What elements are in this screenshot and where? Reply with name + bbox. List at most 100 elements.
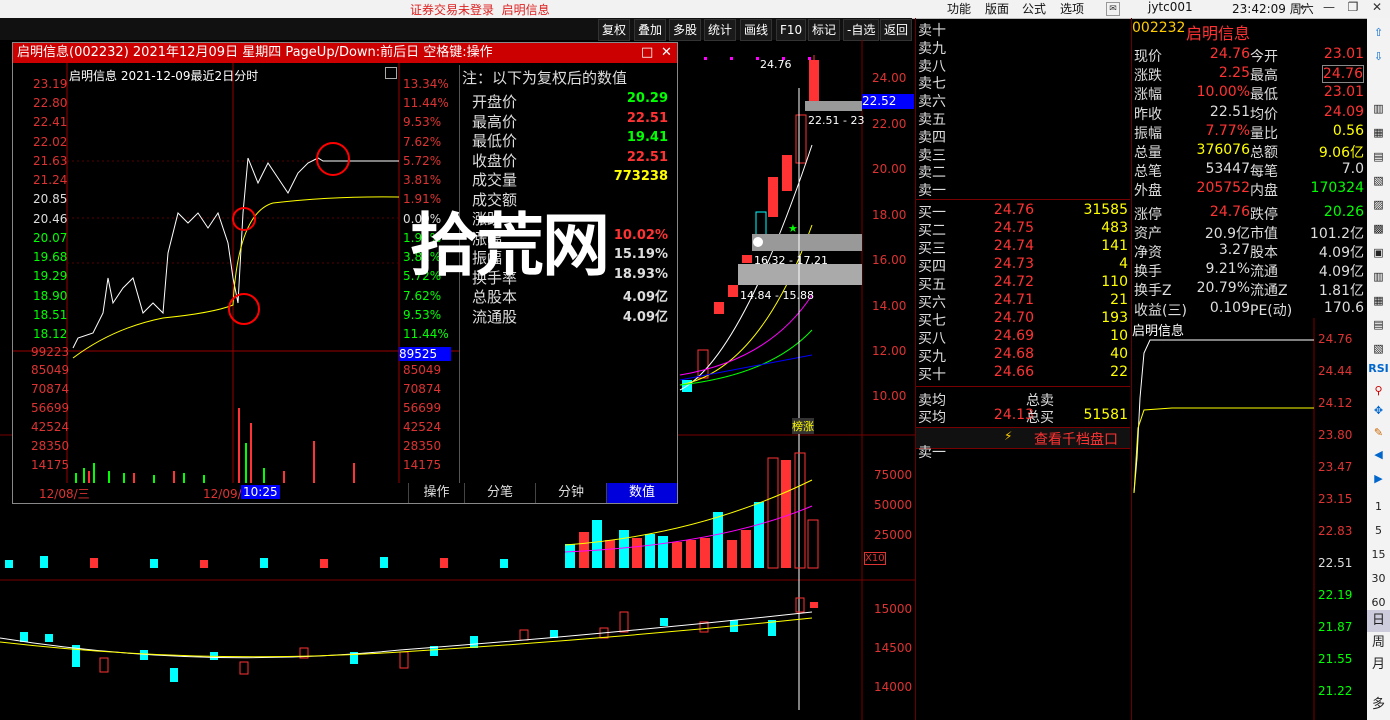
popup-left-axis: 22.80 (33, 96, 68, 110)
chart-icon[interactable]: ▣ (1367, 242, 1390, 264)
menu-formula[interactable]: 公式 (1022, 0, 1046, 17)
total-buy-value: 51581 (1083, 407, 1128, 423)
popup-value-row: 开盘价 20.29 (460, 91, 678, 111)
toolbar-f10[interactable]: F10 (776, 19, 807, 41)
mini-axis-label: 23.47 (1318, 460, 1353, 474)
popup-right-axis: 7.62% (403, 289, 442, 303)
ask-row[interactable]: 卖十 (916, 20, 1130, 39)
depth-link-bar[interactable]: ⚡ 查看千档盘口 (916, 427, 1130, 449)
bid-row[interactable]: 买八 24.69 10 (916, 328, 1130, 347)
bid-row[interactable]: 买四 24.73 4 (916, 256, 1130, 275)
ask-row[interactable]: 卖一 (916, 180, 1130, 199)
quote-label: 换手Z (1134, 283, 1172, 300)
period-week[interactable]: 周 (1367, 632, 1390, 654)
restore-icon[interactable]: ❐ (1342, 0, 1364, 16)
toolbar-overlay[interactable]: 叠加 (634, 19, 667, 41)
ask-row[interactable]: 卖三 (916, 145, 1130, 164)
ask-row[interactable]: 卖四 (916, 127, 1130, 146)
pencil-icon[interactable]: ✎ (1367, 422, 1390, 444)
period-15[interactable]: 15 (1367, 544, 1390, 566)
bid-row[interactable]: 买六 24.71 21 (916, 292, 1130, 311)
bid-volume: 31585 (1083, 202, 1128, 218)
chart-icon[interactable]: ▩ (1367, 218, 1390, 240)
zoom-out-icon[interactable]: ⇩ (1367, 46, 1390, 68)
quote-value: 23.01 (1323, 84, 1364, 101)
zoom-in-icon[interactable]: ⇧ (1367, 22, 1390, 44)
mini-intraday-chart[interactable]: 启明信息 24.76 24.44 24.12 23.80 23.47 23.15 22.83… (1131, 318, 1368, 720)
quote-info-panel: 002232 启明信息 现价 24.76 今开 23.01 涨跌 2.25 最高 24.76 涨… (1131, 18, 1368, 319)
quote-row: 收益(三) 0.109 PE(动) 170.6 (1132, 300, 1368, 319)
tab-minutes[interactable]: 分钟 (535, 483, 606, 503)
toolbar-stats[interactable]: 统计 (704, 19, 737, 41)
toolbar-mark[interactable]: 标记 (808, 19, 841, 41)
popup-vol-axis: 85049 (31, 363, 70, 377)
popup-value: 19.41 (626, 130, 668, 145)
tab-operate[interactable]: 操作 (408, 483, 464, 503)
menu-layout[interactable]: 版面 (985, 0, 1009, 17)
bid-row[interactable]: 买十 24.66 22 (916, 364, 1130, 383)
ask-row[interactable]: 卖九 (916, 38, 1130, 57)
menu-function[interactable]: 功能 (947, 0, 971, 17)
bid-row[interactable]: 买三 24.74 141 (916, 238, 1130, 257)
rank-badge[interactable]: 榜涨 (792, 418, 814, 434)
maximize-icon[interactable]: □ (641, 43, 653, 63)
bid-label: 买五 (918, 277, 946, 293)
popup-title-bar[interactable]: 启明信息(002232) 2021年12月09日 星期四 PageUp/Down… (13, 43, 677, 63)
menu-options[interactable]: 选项 (1060, 0, 1084, 17)
bid-price: 24.75 (993, 220, 1034, 236)
toolbar-back[interactable]: 返回 (880, 19, 913, 41)
chart-icon[interactable]: ▦ (1367, 290, 1390, 312)
chart-icon[interactable]: ▥ (1367, 266, 1390, 288)
move-icon[interactable]: ✥ (1367, 400, 1390, 422)
bid-row[interactable]: 买二 24.75 483 (916, 220, 1130, 239)
quote-row: 总笔 53447 每笔 7.0 (1132, 161, 1368, 180)
chart-icon[interactable]: ▧ (1367, 338, 1390, 360)
chart-icon[interactable]: ▧ (1367, 170, 1390, 192)
back-icon[interactable]: ← (1294, 0, 1316, 16)
right-icon[interactable]: ▶ (1367, 468, 1390, 490)
depth-link[interactable]: 查看千档盘口 (1034, 429, 1118, 449)
popup-left-axis: 19.29 (33, 269, 68, 283)
ask-row[interactable]: 卖二 (916, 162, 1130, 181)
mail-icon[interactable]: ✉ (1106, 2, 1120, 16)
sidebar-rsi[interactable]: RSI (1367, 358, 1390, 380)
toolbar-watchlist[interactable]: -自选 (843, 19, 880, 41)
chart-icon[interactable]: ▤ (1367, 146, 1390, 168)
ask-row[interactable]: 卖五 (916, 109, 1130, 128)
minimize-icon[interactable]: — (1318, 0, 1340, 16)
close-icon[interactable]: ✕ (1366, 0, 1388, 16)
ask-row[interactable]: 卖八 (916, 56, 1130, 75)
quote-label: 最低 (1250, 87, 1278, 104)
toolbar-multi[interactable]: 多股 (669, 19, 702, 41)
stock-name: 启明信息 (1186, 24, 1251, 43)
period-day[interactable]: 日 (1367, 610, 1390, 632)
period-1[interactable]: 1 (1367, 496, 1390, 518)
toolbar-draw[interactable]: 画线 (740, 19, 773, 41)
bid-row[interactable]: 买五 24.72 110 (916, 274, 1130, 293)
chart-icon[interactable]: ▨ (1367, 194, 1390, 216)
intraday-svg (13, 63, 459, 483)
ask-row[interactable]: 卖七 (916, 73, 1130, 92)
bid-row[interactable]: 买九 24.68 40 (916, 346, 1130, 365)
bid-price: 24.71 (993, 292, 1034, 308)
sidebar-icon[interactable]: ⚲ (1367, 380, 1390, 402)
left-icon[interactable]: ◀ (1367, 444, 1390, 466)
period-30[interactable]: 30 (1367, 568, 1390, 590)
ask-row[interactable]: 卖六 (916, 91, 1130, 110)
popup-close-icon[interactable]: ✕ (661, 43, 672, 63)
chart-icon[interactable]: ▦ (1367, 122, 1390, 144)
quote-value: 0.56 (1332, 122, 1364, 139)
period-more[interactable]: 多 (1367, 694, 1390, 716)
bid-row[interactable]: 买七 24.70 193 (916, 310, 1130, 329)
bid-row[interactable]: 买一 24.76 31585 (916, 202, 1130, 221)
total-buy-label: 总买 (1026, 410, 1054, 426)
toolbar-fuquan[interactable]: 复权 (598, 19, 631, 41)
tab-ticks[interactable]: 分笔 (464, 483, 535, 503)
tab-values[interactable]: 数值 (606, 483, 677, 503)
period-month[interactable]: 月 (1367, 654, 1390, 676)
quote-row: 换手 9.21% 流通 4.09亿 (1132, 261, 1368, 280)
chart-icon[interactable]: ▤ (1367, 314, 1390, 336)
period-5[interactable]: 5 (1367, 520, 1390, 542)
chart-icon[interactable]: ▥ (1367, 98, 1390, 120)
quote-value: 7.77% (1205, 122, 1250, 139)
